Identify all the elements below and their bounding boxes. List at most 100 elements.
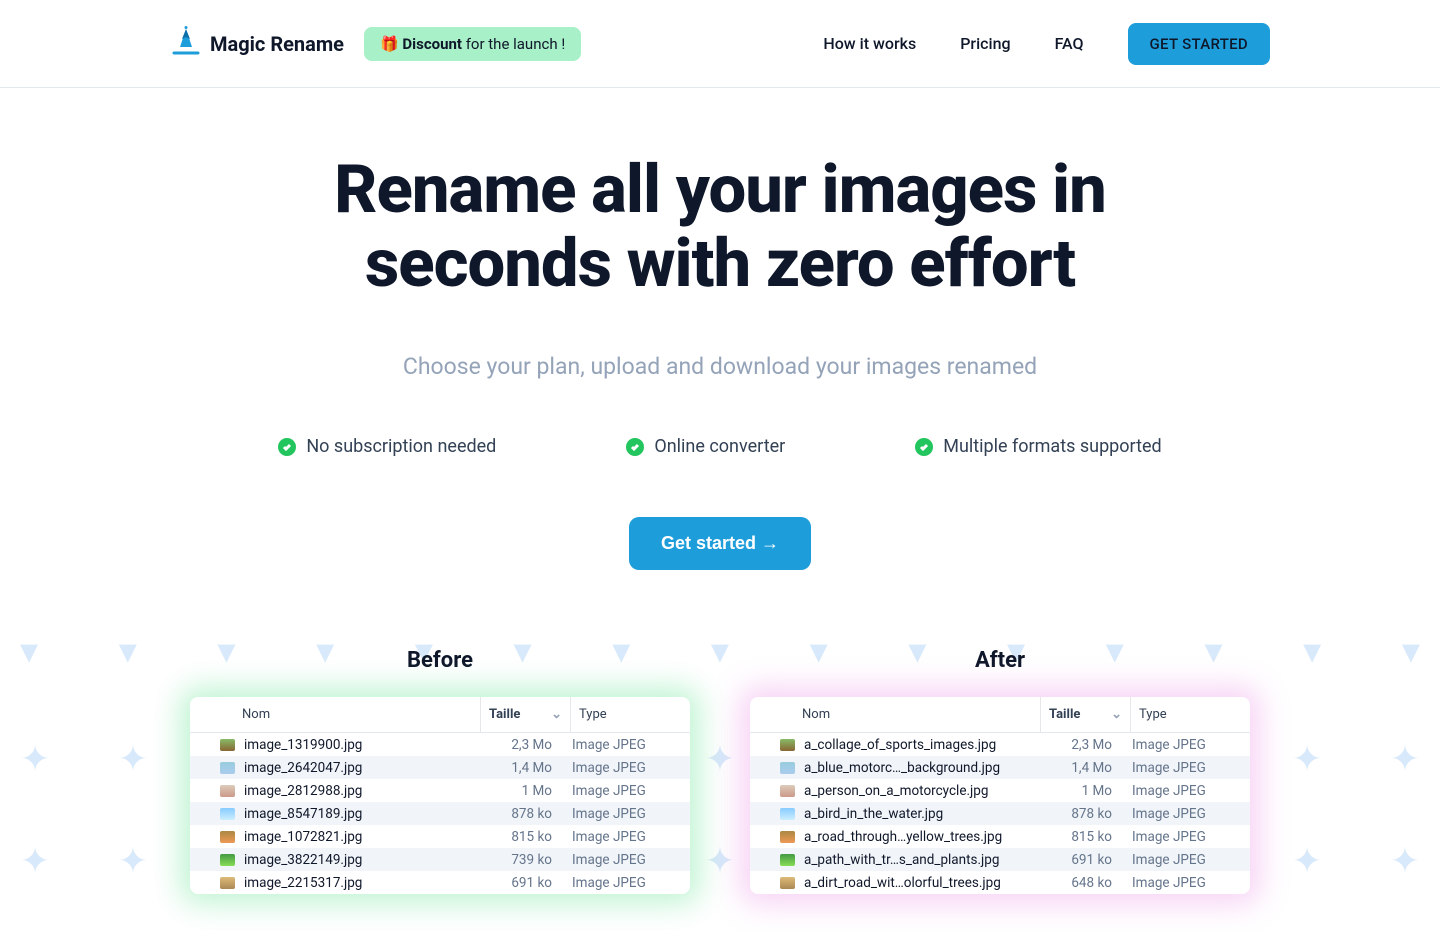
nav-faq[interactable]: FAQ: [1055, 34, 1084, 53]
file-thumb-icon: [220, 831, 235, 843]
chevron-down-icon: ⌄: [551, 707, 562, 722]
col-taille[interactable]: Taille ⌄: [1040, 697, 1130, 732]
col-nom[interactable]: Nom: [190, 697, 480, 732]
file-name: image_2812988.jpg: [238, 783, 484, 799]
nav-how-it-works[interactable]: How it works: [823, 34, 916, 53]
brand-name: Magic Rename: [210, 32, 344, 56]
file-name: a_blue_motorc…_background.jpg: [798, 760, 1044, 776]
col-taille[interactable]: Taille ⌄: [480, 697, 570, 732]
file-size: 1,4 Mo: [1044, 760, 1122, 776]
brand-logo-icon: [170, 25, 202, 62]
col-taille-label: Taille: [489, 707, 520, 722]
file-thumb-icon: [780, 854, 795, 866]
before-file-panel: Nom Taille ⌄ Type image_1319900.jpg2,3 Mo…: [190, 697, 690, 894]
file-name: image_2215317.jpg: [238, 875, 484, 891]
file-name: a_path_with_tr…s_and_plants.jpg: [798, 852, 1044, 868]
file-thumb-icon: [780, 739, 795, 751]
file-type: Image JPEG: [562, 760, 682, 776]
table-row[interactable]: a_road_through…yellow_trees.jpg815 koIma…: [750, 825, 1250, 848]
file-name: image_1072821.jpg: [238, 829, 484, 845]
table-row[interactable]: a_bird_in_the_water.jpg878 koImage JPEG: [750, 802, 1250, 825]
table-row[interactable]: image_1072821.jpg815 koImage JPEG: [190, 825, 690, 848]
file-type: Image JPEG: [562, 806, 682, 822]
discount-rest: for the launch !: [462, 35, 565, 53]
file-table-header: Nom Taille ⌄ Type: [190, 697, 690, 733]
table-row[interactable]: image_3822149.jpg739 koImage JPEG: [190, 848, 690, 871]
features-row: No subscription needed Online converter …: [0, 436, 1440, 457]
file-type: Image JPEG: [562, 783, 682, 799]
check-icon: [915, 438, 933, 456]
file-size: 815 ko: [484, 829, 562, 845]
file-type: Image JPEG: [1122, 783, 1242, 799]
after-file-panel: Nom Taille ⌄ Type a_collage_of_sports_ima…: [750, 697, 1250, 894]
table-row[interactable]: a_dirt_road_wit…olorful_trees.jpg648 koI…: [750, 871, 1250, 894]
file-thumb-icon: [220, 877, 235, 889]
file-type: Image JPEG: [1122, 806, 1242, 822]
file-type: Image JPEG: [562, 875, 682, 891]
file-type: Image JPEG: [1122, 737, 1242, 753]
file-size: 878 ko: [484, 806, 562, 822]
get-started-header-button[interactable]: GET STARTED: [1128, 23, 1270, 65]
file-name: a_collage_of_sports_images.jpg: [798, 737, 1044, 753]
file-type: Image JPEG: [562, 829, 682, 845]
file-name: image_8547189.jpg: [238, 806, 484, 822]
file-thumb-icon: [780, 785, 795, 797]
get-started-main-button[interactable]: Get started →: [629, 517, 811, 570]
table-row[interactable]: image_2642047.jpg1,4 MoImage JPEG: [190, 756, 690, 779]
file-size: 739 ko: [484, 852, 562, 868]
feature-multiple-formats: Multiple formats supported: [915, 436, 1161, 457]
table-row[interactable]: a_blue_motorc…_background.jpg1,4 MoImage…: [750, 756, 1250, 779]
table-row[interactable]: image_2215317.jpg691 koImage JPEG: [190, 871, 690, 894]
file-thumb-icon: [780, 762, 795, 774]
table-row[interactable]: image_1319900.jpg2,3 MoImage JPEG: [190, 733, 690, 756]
table-row[interactable]: image_2812988.jpg1 MoImage JPEG: [190, 779, 690, 802]
col-type[interactable]: Type: [570, 697, 690, 732]
table-row[interactable]: a_person_on_a_motorcycle.jpg1 MoImage JP…: [750, 779, 1250, 802]
cta-main-label: Get started →: [661, 533, 779, 554]
col-taille-label: Taille: [1049, 707, 1080, 722]
check-icon: [626, 438, 644, 456]
file-size: 2,3 Mo: [1044, 737, 1122, 753]
col-type[interactable]: Type: [1130, 697, 1250, 732]
feature-label: No subscription needed: [306, 436, 496, 457]
file-size: 1 Mo: [1044, 783, 1122, 799]
file-type: Image JPEG: [1122, 829, 1242, 845]
brand[interactable]: Magic Rename: [170, 25, 344, 62]
check-icon: [278, 438, 296, 456]
before-label: Before: [190, 648, 690, 673]
file-thumb-icon: [220, 739, 235, 751]
col-nom[interactable]: Nom: [750, 697, 1040, 732]
file-type: Image JPEG: [562, 737, 682, 753]
site-header: Magic Rename 🎁 Discount for the launch !…: [0, 0, 1440, 88]
feature-online-converter: Online converter: [626, 436, 785, 457]
hero-subtitle: Choose your plan, upload and download yo…: [0, 353, 1440, 380]
file-type: Image JPEG: [1122, 852, 1242, 868]
file-size: 2,3 Mo: [484, 737, 562, 753]
after-column: After Nom Taille⌄ Type a_collage_of_spor…: [750, 648, 1250, 894]
file-thumb-icon: [780, 877, 795, 889]
discount-bold: Discount: [402, 35, 462, 53]
file-thumb-icon: [220, 808, 235, 820]
file-thumb-icon: [220, 762, 235, 774]
top-nav: How it works Pricing FAQ GET STARTED: [823, 23, 1270, 65]
before-column: Before Nom Taille ⌄ Type image_1319900.jp…: [190, 648, 690, 894]
nav-pricing[interactable]: Pricing: [960, 34, 1010, 53]
table-row[interactable]: image_8547189.jpg878 koImage JPEG: [190, 802, 690, 825]
file-size: 1,4 Mo: [484, 760, 562, 776]
before-after-section: ▾▾▾▾▾▾▾▾▾▾▾▾▾▾▾ ✦✦✦✦✦✦✦✦✦✦✦✦✦✦✦ ✦✦✦✦✦✦✦✦…: [0, 648, 1440, 934]
file-thumb-icon: [780, 831, 795, 843]
chevron-down-icon: ⌄: [1111, 707, 1122, 722]
file-type: Image JPEG: [1122, 760, 1242, 776]
table-row[interactable]: a_path_with_tr…s_and_plants.jpg691 koIma…: [750, 848, 1250, 871]
table-row[interactable]: a_collage_of_sports_images.jpg2,3 MoImag…: [750, 733, 1250, 756]
feature-label: Multiple formats supported: [943, 436, 1161, 457]
hero-title: Rename all your images in seconds with z…: [230, 154, 1210, 301]
discount-banner[interactable]: 🎁 Discount for the launch !: [364, 27, 581, 61]
hero: Rename all your images in seconds with z…: [0, 88, 1440, 570]
file-type: Image JPEG: [562, 852, 682, 868]
file-name: a_road_through…yellow_trees.jpg: [798, 829, 1044, 845]
file-size: 648 ko: [1044, 875, 1122, 891]
file-name: a_bird_in_the_water.jpg: [798, 806, 1044, 822]
file-thumb-icon: [780, 808, 795, 820]
file-name: image_3822149.jpg: [238, 852, 484, 868]
